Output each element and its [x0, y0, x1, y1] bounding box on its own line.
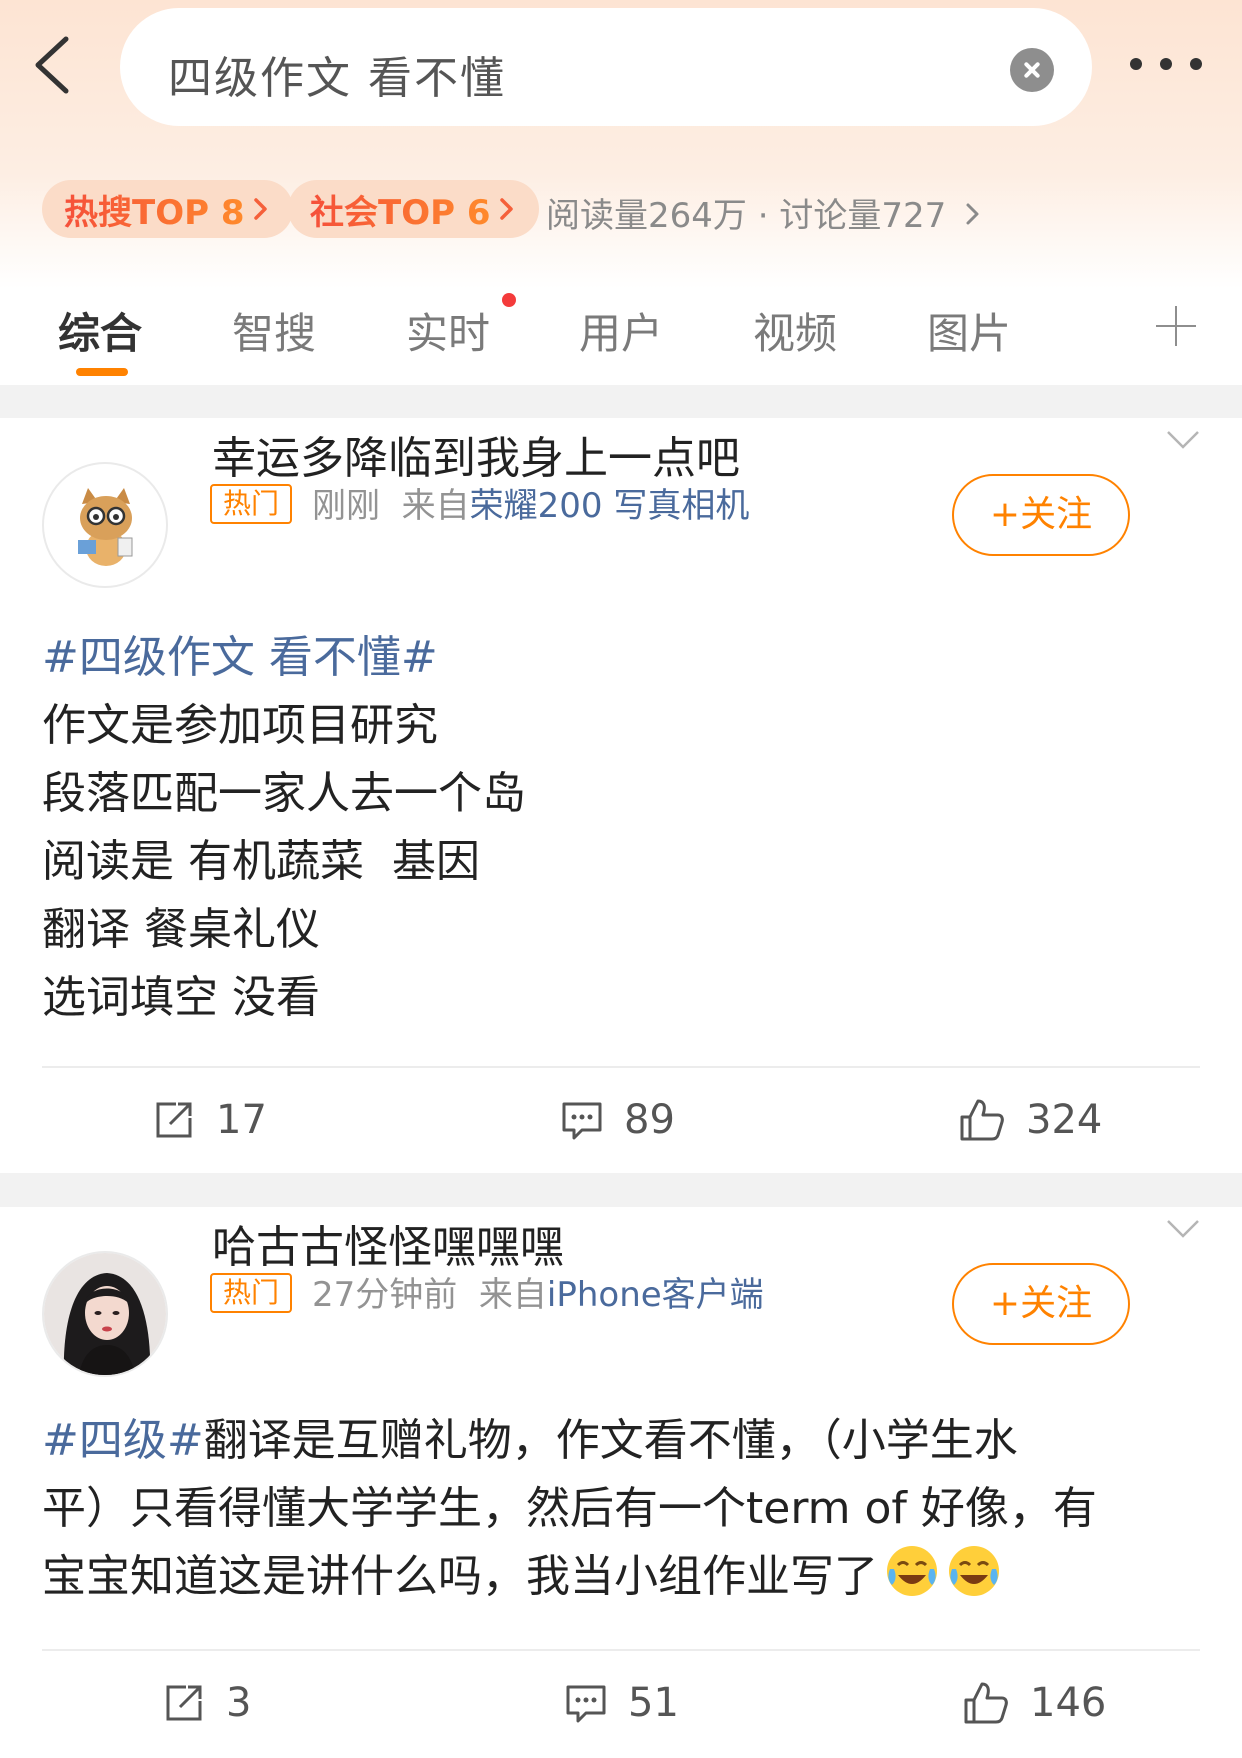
repost-count: 3 [226, 1680, 252, 1726]
post-body: #四级作文 看不懂# 作文是参加项目研究 段落匹配一家人去一个岛 阅读是 有机蔬… [42, 624, 526, 1032]
post-meta: 27分钟前 来自iPhone客户端 [312, 1267, 764, 1316]
topic-stats[interactable]: 阅读量264万 · 讨论量727 [546, 188, 983, 237]
tab-videos[interactable]: 视频 [753, 300, 837, 361]
topic-link[interactable]: #四级# [42, 1415, 204, 1466]
avatar[interactable] [42, 1251, 168, 1377]
post-meta: 刚刚 来自荣耀200 写真相机 [312, 478, 749, 527]
post-line: 翻译是互赠礼物，作文看不懂，（小学生水 [203, 1415, 1018, 1466]
post-line: 翻译 餐桌礼仪 [42, 904, 320, 955]
tab-realtime[interactable]: 实时 [406, 300, 490, 361]
chevron-right-icon [966, 203, 979, 225]
like-count: 324 [1026, 1097, 1103, 1143]
comment-button[interactable]: 51 [564, 1673, 679, 1733]
back-arrow-icon[interactable] [30, 35, 80, 95]
post-body: #四级#翻译是互赠礼物，作文看不懂，（小学生水 平）只看得懂大学学生，然后有一个… [42, 1407, 1097, 1611]
repost-button[interactable]: 17 [152, 1090, 267, 1150]
follow-button[interactable]: +关注 [952, 474, 1130, 556]
follow-button[interactable]: +关注 [952, 1263, 1130, 1345]
comment-icon [566, 1685, 606, 1723]
username[interactable]: 幸运多降临到我身上一点吧 [212, 422, 740, 486]
hot-tag: 热门 [210, 484, 292, 524]
tab-users[interactable]: 用户 [579, 300, 663, 361]
stats-text: 阅读量264万 · 讨论量727 [546, 196, 947, 236]
repost-icon [166, 1685, 202, 1721]
like-count: 146 [1030, 1680, 1107, 1726]
from-label: 来自 [478, 1275, 547, 1315]
society-rank-label: 社会TOP 6 [310, 185, 491, 234]
post-source[interactable]: 荣耀200 写真相机 [470, 486, 750, 526]
chevron-down-icon[interactable] [1166, 430, 1200, 450]
search-header: 四级作文 看不懂 热搜TOP 8 社会TOP 6 阅读量264万 · 讨论量72… [0, 0, 1242, 385]
hot-search-rank-chip[interactable]: 热搜TOP 8 [42, 180, 293, 238]
post-time: 27分钟前 [312, 1275, 458, 1315]
active-tab-indicator [76, 368, 128, 376]
username[interactable]: 哈古古怪怪嘿嘿嘿 [212, 1211, 564, 1275]
post-line: 宝宝知道这是讲什么吗，我当小组作业写了 [42, 1551, 878, 1602]
new-content-dot [502, 293, 516, 307]
thumbs-up-icon [960, 1099, 1004, 1141]
post-source[interactable]: iPhone客户端 [547, 1275, 764, 1315]
comment-icon [562, 1102, 602, 1140]
post-line: 段落匹配一家人去一个岛 [42, 768, 526, 819]
cat-avatar-icon [78, 488, 133, 566]
laughing-crying-emoji-icon [887, 1546, 937, 1596]
comment-count: 51 [628, 1680, 679, 1726]
society-rank-chip[interactable]: 社会TOP 6 [288, 180, 539, 238]
clear-icon[interactable] [1010, 48, 1054, 92]
tab-smart-search[interactable]: 智搜 [232, 300, 316, 361]
hot-tag: 热门 [210, 1273, 292, 1313]
like-button[interactable]: 146 [962, 1673, 1106, 1733]
laughing-crying-emoji-icon [949, 1546, 999, 1596]
comment-button[interactable]: 89 [560, 1090, 675, 1150]
tab-bar: 综合 智搜 实时 用户 视频 图片 [0, 290, 1242, 385]
hot-search-rank-label: 热搜TOP 8 [64, 185, 245, 234]
from-label: 来自 [401, 486, 470, 526]
comment-count: 89 [624, 1097, 675, 1143]
add-tab-icon[interactable] [1156, 306, 1196, 346]
tab-images[interactable]: 图片 [927, 300, 1011, 361]
more-options-icon[interactable] [1130, 58, 1202, 72]
tab-comprehensive[interactable]: 综合 [58, 300, 142, 361]
post-line: 阅读是 有机蔬菜 基因 [42, 836, 480, 887]
user-portrait-avatar [44, 1253, 166, 1375]
post-time: 刚刚 [312, 486, 380, 526]
search-input[interactable]: 四级作文 看不懂 [120, 8, 1092, 126]
thumbs-up-icon [964, 1682, 1008, 1724]
repost-count: 17 [216, 1097, 267, 1143]
post-line: 平）只看得懂大学学生，然后有一个term of 好像，有 [42, 1483, 1097, 1534]
divider [42, 1649, 1200, 1651]
like-button[interactable]: 324 [958, 1090, 1102, 1150]
repost-button[interactable]: 3 [162, 1673, 251, 1733]
chevron-down-icon[interactable] [1166, 1219, 1200, 1239]
avatar[interactable] [42, 462, 168, 588]
divider [42, 1066, 1200, 1068]
topic-link[interactable]: #四级作文 看不懂# [42, 624, 526, 692]
chevron-right-icon [499, 198, 513, 220]
repost-icon [156, 1102, 192, 1138]
post-line: 作文是参加项目研究 [42, 700, 438, 751]
search-query[interactable]: 四级作文 看不懂 [168, 42, 506, 106]
post-card: 幸运多降临到我身上一点吧 热门 刚刚 来自荣耀200 写真相机 +关注 #四级作… [0, 418, 1242, 1173]
chevron-right-icon [253, 198, 267, 220]
post-line: 选词填空 没看 [42, 972, 320, 1023]
post-card: 哈古古怪怪嘿嘿嘿 热门 27分钟前 来自iPhone客户端 +关注 #四级#翻译… [0, 1207, 1242, 1758]
